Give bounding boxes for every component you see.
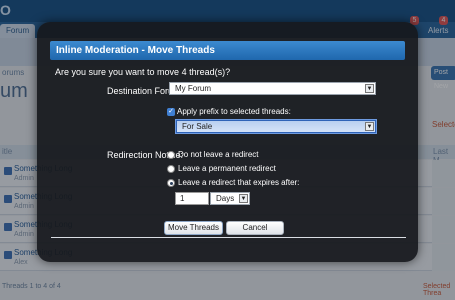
expiring-redirect-label[interactable]: Leave a redirect that expires after: xyxy=(178,178,299,187)
footer-divider xyxy=(51,237,406,238)
radio-no-redirect[interactable] xyxy=(167,151,175,159)
select-arrow-icon[interactable]: ▼ xyxy=(365,122,374,131)
prefix-select[interactable]: For Sale ▼ xyxy=(175,119,377,134)
destination-forum-select[interactable]: My Forum ▼ xyxy=(169,82,376,95)
no-redirect-label[interactable]: Do not leave a redirect xyxy=(178,150,259,159)
expire-unit-value: Days xyxy=(216,194,235,203)
permanent-redirect-label[interactable]: Leave a permanent redirect xyxy=(178,164,276,173)
checkmark-icon: ✓ xyxy=(168,108,174,115)
confirm-question: Are you sure you want to move 4 thread(s… xyxy=(55,67,231,77)
cancel-button[interactable]: Cancel xyxy=(226,221,284,235)
destination-forum-value: My Forum xyxy=(175,84,211,93)
dialog-title: Inline Moderation - Move Threads xyxy=(50,41,405,60)
expire-amount-input[interactable]: 1 xyxy=(175,192,209,205)
prefix-value: For Sale xyxy=(182,122,213,131)
move-threads-button[interactable]: Move Threads xyxy=(164,221,223,235)
apply-prefix-checkbox[interactable]: ✓ xyxy=(167,108,175,116)
apply-prefix-label[interactable]: Apply prefix to selected threads: xyxy=(177,107,291,116)
select-arrow-icon[interactable]: ▼ xyxy=(365,84,374,93)
expire-unit-select[interactable]: Days ▼ xyxy=(210,192,250,205)
radio-permanent-redirect[interactable] xyxy=(167,165,175,173)
select-arrow-icon[interactable]: ▼ xyxy=(239,194,248,203)
radio-expiring-redirect[interactable] xyxy=(167,179,175,187)
move-threads-dialog: Inline Moderation - Move Threads Are you… xyxy=(37,22,418,262)
